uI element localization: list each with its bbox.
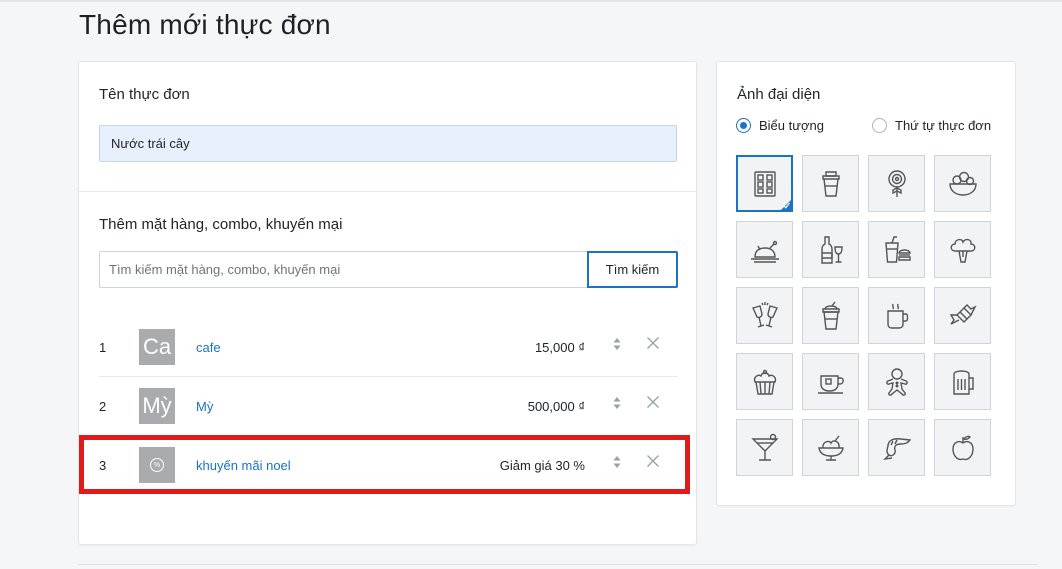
item-name-link[interactable]: Mỳ: [196, 399, 213, 414]
item-thumbnail: Ca: [139, 329, 175, 365]
icon-option-cupcake[interactable]: [736, 353, 793, 410]
sort-handle-icon[interactable]: [611, 453, 623, 471]
close-icon[interactable]: [646, 454, 660, 468]
icon-option-teacup[interactable]: [802, 353, 859, 410]
close-icon[interactable]: [646, 395, 660, 409]
radio-checked[interactable]: [736, 118, 751, 133]
lollipop-icon: [887, 169, 906, 197]
menu-name-label: Tên thực đơn: [99, 86, 190, 103]
icon-option-smoothie[interactable]: [802, 287, 859, 344]
item-name-link[interactable]: khuyến mãi noel: [196, 458, 291, 473]
cup-icon: [821, 170, 840, 197]
item-search-input[interactable]: [99, 251, 589, 288]
roast-chicken-icon: [750, 240, 779, 263]
wine-bottle-icon: [820, 235, 843, 264]
add-items-label: Thêm mặt hàng, combo, khuyến mại: [99, 216, 343, 233]
item-price: 15,000 ₫: [534, 340, 585, 355]
thumbnail-text: Ca: [142, 334, 172, 359]
icon-option-beer-mug[interactable]: [934, 353, 991, 410]
page-title: Thêm mới thực đơn: [79, 9, 331, 40]
item-thumbnail: Mỳ: [139, 388, 175, 424]
icon-option-cup[interactable]: [802, 155, 859, 212]
ice-cream-icon: [817, 435, 844, 461]
item-index: 1: [99, 340, 107, 355]
icon-picker-grid: [736, 155, 994, 476]
menu-item-list: 1 Ca cafe 15,000 ₫ 2 Mỳ Mỳ 500,000 ₫ 3 %…: [99, 318, 678, 495]
radio-label: Biểu tượng: [759, 118, 824, 133]
item-name-link[interactable]: cafe: [196, 340, 221, 355]
thumbnail-text: Mỳ: [142, 393, 172, 418]
shrimp-icon: [882, 437, 911, 460]
cocktail-icon: [750, 433, 779, 461]
icon-option-wine-bottle[interactable]: [802, 221, 859, 278]
item-search: Tìm kiếm: [99, 251, 678, 288]
menu-form-card: Tên thực đơn Thêm mặt hàng, combo, khuyế…: [78, 61, 697, 545]
bottom-divider: [78, 564, 1038, 565]
radio-label: Thứ tự thực đơn: [895, 118, 992, 133]
avatar-type-options: Biểu tượng Thứ tự thực đơn: [736, 118, 1006, 136]
radio-unchecked[interactable]: [872, 118, 887, 133]
candy-icon: [949, 303, 977, 325]
icon-option-fast-food[interactable]: [868, 221, 925, 278]
smoothie-icon: [821, 301, 840, 330]
percent-badge-icon: %: [150, 458, 164, 472]
icon-option-coffee-mug[interactable]: [868, 287, 925, 344]
broccoli-icon: [950, 238, 975, 263]
top-border: [0, 0, 1062, 2]
icon-option-ice-cream[interactable]: [802, 419, 859, 476]
item-index: 3: [99, 458, 107, 473]
teacup-icon: [817, 374, 844, 394]
list-item: 1 Ca cafe 15,000 ₫: [99, 318, 678, 377]
close-icon[interactable]: [646, 336, 660, 350]
icon-option-menu-grid[interactable]: [736, 155, 793, 212]
avatar-card: Ảnh đại diện Biểu tượng Thứ tự thực đơn: [716, 61, 1016, 506]
menu-grid-icon: [753, 170, 776, 197]
cupcake-icon: [753, 369, 776, 395]
icon-option-champagne-toast[interactable]: [736, 287, 793, 344]
coffee-mug-icon: [886, 303, 908, 329]
avatar-label: Ảnh đại diện: [737, 86, 821, 103]
icon-option-cocktail[interactable]: [736, 419, 793, 476]
fast-food-icon: [884, 235, 911, 263]
salad-bowl-icon: [948, 171, 977, 196]
item-thumbnail: %: [139, 447, 175, 483]
icon-option-roast-chicken[interactable]: [736, 221, 793, 278]
sort-handle-icon[interactable]: [611, 394, 623, 412]
item-index: 2: [99, 399, 107, 414]
gingerbread-icon: [885, 367, 908, 396]
icon-option-candy[interactable]: [934, 287, 991, 344]
beer-mug-icon: [952, 369, 974, 395]
icon-option-apple[interactable]: [934, 419, 991, 476]
radio-icon-option[interactable]: Biểu tượng: [736, 118, 824, 133]
icon-option-shrimp[interactable]: [868, 419, 925, 476]
radio-order-option[interactable]: Thứ tự thực đơn: [872, 118, 991, 133]
section-divider: [79, 191, 696, 192]
champagne-toast-icon: [751, 301, 778, 328]
apple-icon: [951, 435, 974, 460]
item-price: 500,000 ₫: [527, 399, 585, 414]
icon-option-gingerbread[interactable]: [868, 353, 925, 410]
list-item: 3 % khuyến mãi noel Giảm giá 30 %: [99, 436, 678, 495]
icon-option-broccoli[interactable]: [934, 221, 991, 278]
sort-handle-icon[interactable]: [611, 335, 623, 353]
list-item: 2 Mỳ Mỳ 500,000 ₫: [99, 377, 678, 436]
item-price: Giảm giá 30 %: [499, 458, 585, 473]
icon-option-lollipop[interactable]: [868, 155, 925, 212]
menu-name-input[interactable]: [99, 125, 677, 162]
icon-option-salad-bowl[interactable]: [934, 155, 991, 212]
search-button[interactable]: Tìm kiếm: [587, 251, 678, 288]
check-icon: [783, 202, 790, 209]
